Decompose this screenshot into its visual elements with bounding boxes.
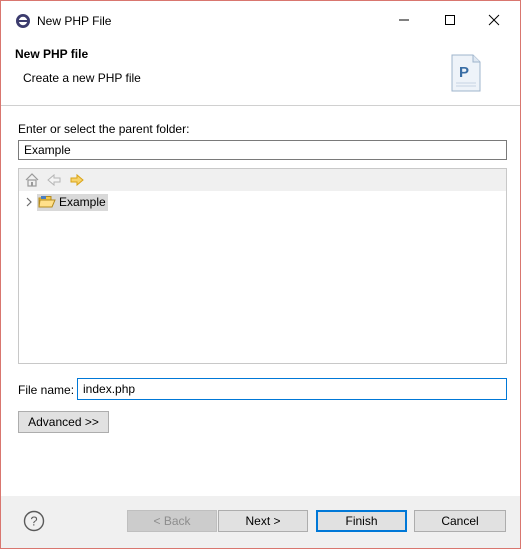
finish-button[interactable]: Finish [316,510,407,532]
help-icon[interactable]: ? [23,510,45,532]
forward-arrow-icon[interactable] [69,172,85,188]
parent-folder-input[interactable] [18,140,507,160]
folder-tree[interactable]: Example [18,168,507,364]
home-icon[interactable] [24,172,40,188]
wizard-description: Create a new PHP file [23,71,141,85]
cancel-button[interactable]: Cancel [414,510,506,532]
tree-row[interactable]: Example [23,193,108,211]
tree-toolbar [19,169,506,191]
advanced-button[interactable]: Advanced >> [18,411,109,433]
file-name-label: File name: [18,383,75,397]
minimize-button[interactable] [381,5,427,35]
minimize-icon [399,19,409,21]
wizard-body: Enter or select the parent folder: Examp… [1,106,520,496]
eclipse-app-icon [16,14,30,28]
php-file-icon: P [451,54,481,92]
back-arrow-icon[interactable] [46,172,62,188]
tree-item-label: Example [59,195,106,209]
maximize-icon [445,15,455,25]
svg-text:?: ? [30,514,37,529]
maximize-button[interactable] [427,5,473,35]
window-title: New PHP File [37,14,112,28]
wizard-header: New PHP file Create a new PHP file P [1,39,520,106]
next-button[interactable]: Next > [218,510,308,532]
close-icon [488,14,500,26]
tree-item-example[interactable]: Example [37,193,108,211]
chevron-right-icon[interactable] [23,196,35,208]
back-button[interactable]: < Back [127,510,217,532]
parent-folder-label: Enter or select the parent folder: [18,122,190,136]
title-bar: New PHP File [1,1,520,39]
close-button[interactable] [471,5,517,35]
file-name-input[interactable] [77,378,507,400]
wizard-title: New PHP file [15,47,89,61]
svg-text:P: P [459,64,469,81]
project-folder-icon [38,196,56,208]
wizard-footer: ? < Back Next > Finish Cancel [1,496,520,548]
new-php-file-dialog: New PHP File New PHP file Create a new P… [0,0,521,549]
